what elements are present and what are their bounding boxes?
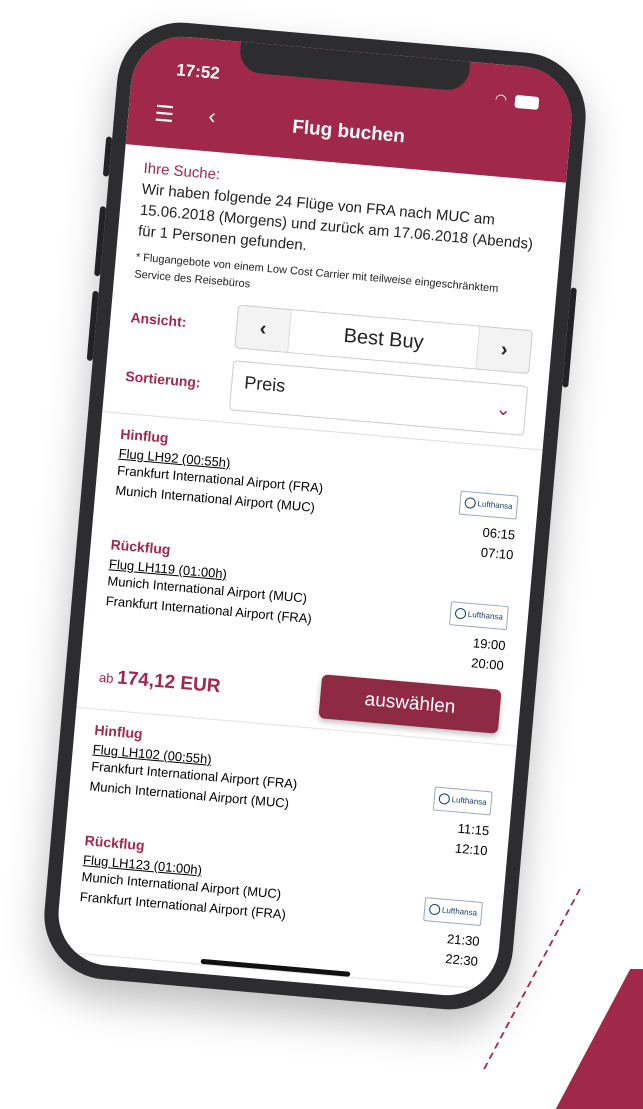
view-previous-button[interactable]: ‹	[235, 306, 290, 352]
chevron-down-icon: ⌄	[495, 398, 512, 420]
mute-switch	[102, 136, 113, 177]
chevron-right-icon: ›	[499, 338, 509, 361]
status-time: 17:52	[175, 60, 221, 83]
status-icons: ◠	[494, 90, 540, 111]
lufthansa-logo-icon: Lufthansa	[422, 897, 483, 927]
sort-dropdown[interactable]: Preis ⌄	[228, 360, 529, 436]
arrival-time: 12:10	[454, 840, 489, 859]
price-label: ab 174,12 EUR	[98, 666, 221, 699]
view-label: Ansicht:	[129, 309, 188, 331]
sort-value: Preis	[243, 372, 287, 396]
view-next-button[interactable]: ›	[476, 327, 531, 373]
volume-down-button	[86, 290, 99, 362]
arrival-time: 07:10	[480, 544, 515, 563]
arrival-time: 20:00	[470, 655, 505, 673]
select-flight-button[interactable]: auswählen	[318, 674, 502, 734]
flight-result-card: Hinflug Flug LH102 (00:55h) Frankfurt In…	[55, 707, 517, 991]
price-prefix: ab	[98, 669, 115, 687]
lufthansa-logo-icon: Lufthansa	[448, 601, 509, 631]
phone-mockup-wrapper: 17:52 ◠ ☰ ‹ Flug buchen Ihre Suche: Wir …	[0, 0, 643, 1049]
lufthansa-logo-icon: Lufthansa	[432, 786, 493, 816]
phone-screen: 17:52 ◠ ☰ ‹ Flug buchen Ihre Suche: Wir …	[54, 32, 576, 1000]
flight-results-list: Hinflug Flug LH92 (00:55h) Frankfurt Int…	[55, 411, 543, 991]
phone-frame: 17:52 ◠ ☰ ‹ Flug buchen Ihre Suche: Wir …	[39, 17, 591, 1015]
search-summary: Ihre Suche: Wir haben folgende 24 Flüge …	[103, 144, 566, 438]
chevron-left-icon: ‹	[258, 317, 268, 340]
sort-label: Sortierung:	[124, 367, 202, 391]
wifi-icon: ◠	[494, 90, 508, 108]
flight-result-card: Hinflug Flug LH92 (00:55h) Frankfurt Int…	[76, 412, 543, 747]
lufthansa-logo-icon: Lufthansa	[458, 490, 519, 520]
volume-up-button	[94, 206, 107, 277]
price-value: 174,12 EUR	[116, 667, 222, 698]
battery-icon	[514, 94, 540, 110]
view-value: Best Buy	[287, 310, 481, 369]
power-button	[562, 287, 577, 388]
arrival-time: 22:30	[444, 951, 479, 969]
